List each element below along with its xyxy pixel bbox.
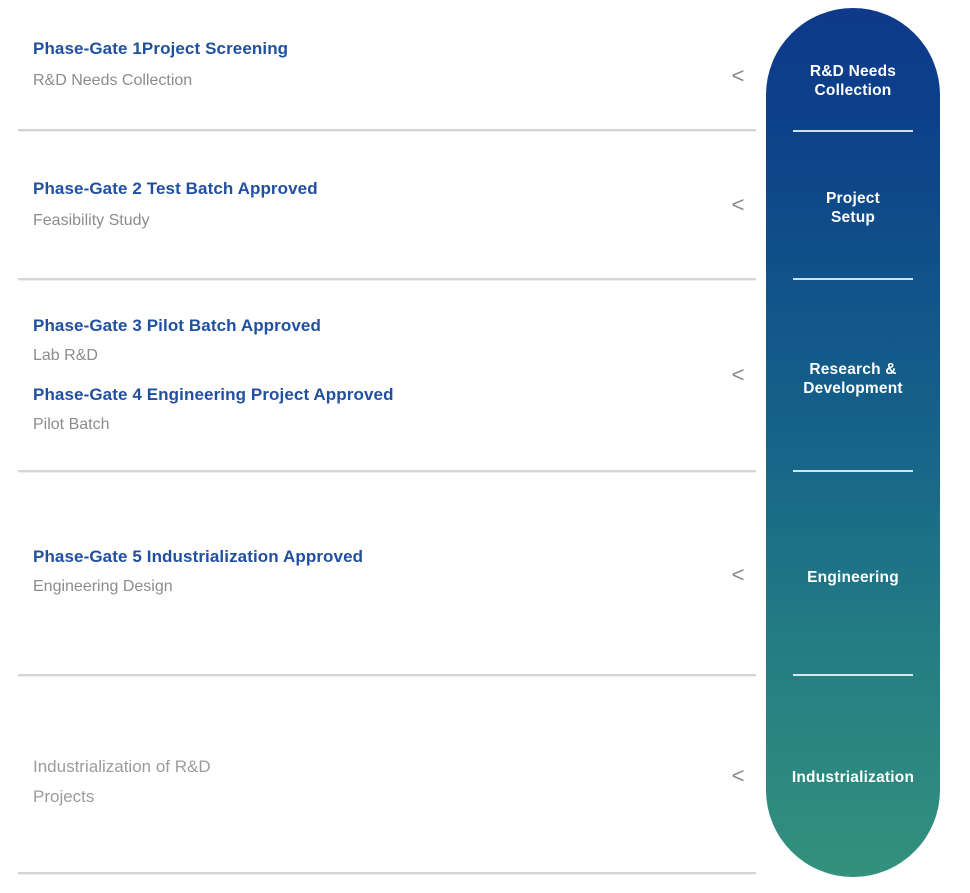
collapse-chevron-icon[interactable]: <	[727, 193, 749, 217]
phase-gate-4-subtitle: Pilot Batch	[33, 415, 109, 435]
section-divider	[18, 674, 756, 677]
stage-label-research-development: Research & Development	[766, 360, 940, 398]
stage-label-project-setup: Project Setup	[766, 189, 940, 227]
section-divider	[18, 470, 756, 473]
phase-gate-3-subtitle: Lab R&D	[33, 346, 98, 366]
collapse-chevron-icon[interactable]: <	[727, 64, 749, 88]
collapse-chevron-icon[interactable]: <	[727, 563, 749, 587]
phase-gate-3-title[interactable]: Phase-Gate 3 Pilot Batch Approved	[33, 316, 321, 336]
phase-gate-5-subtitle: Engineering Design	[33, 577, 173, 597]
stage-separator	[793, 674, 913, 676]
stage-label-engineering: Engineering	[766, 568, 940, 587]
phase-gate-1-subtitle: R&D Needs Collection	[33, 71, 192, 91]
section-divider	[18, 129, 756, 132]
stage-label-rd-needs-collection: R&D Needs Collection	[766, 62, 940, 100]
phase-gate-2-subtitle: Feasibility Study	[33, 211, 150, 231]
stage-separator	[793, 470, 913, 472]
stage-separator	[793, 278, 913, 280]
section-divider	[18, 278, 756, 281]
stage-label-industrialization: Industrialization	[766, 768, 940, 787]
phase-gate-2-title[interactable]: Phase-Gate 2 Test Batch Approved	[33, 179, 318, 199]
phase-gate-process-diagram: Phase-Gate 1Project Screening R&D Needs …	[0, 0, 970, 893]
phase-gate-1-title[interactable]: Phase-Gate 1Project Screening	[33, 39, 288, 59]
industrialization-projects-text: Industrialization of R&D Projects	[33, 752, 211, 812]
section-divider	[18, 872, 756, 875]
collapse-chevron-icon[interactable]: <	[727, 363, 749, 387]
collapse-chevron-icon[interactable]: <	[727, 764, 749, 788]
stage-capsule: R&D Needs Collection Project Setup Resea…	[766, 8, 940, 877]
stage-separator	[793, 130, 913, 132]
phase-gate-4-title[interactable]: Phase-Gate 4 Engineering Project Approve…	[33, 385, 394, 405]
phase-gate-5-title[interactable]: Phase-Gate 5 Industrialization Approved	[33, 547, 363, 567]
